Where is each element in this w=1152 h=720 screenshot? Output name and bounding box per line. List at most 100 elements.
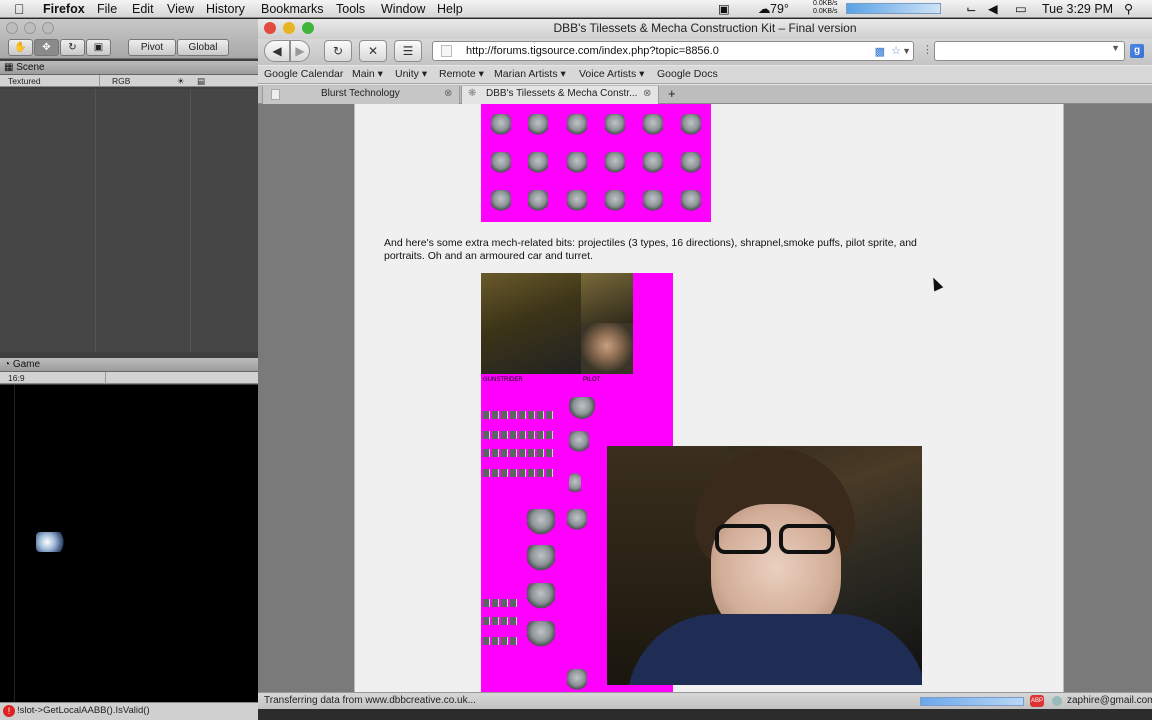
reload-button[interactable]: ↻	[324, 40, 352, 62]
mech-sprite	[527, 621, 555, 647]
bookmark-folder-marian-artists-label: Marian Artists	[494, 68, 558, 80]
adblock-icon[interactable]: ABP	[1030, 695, 1044, 707]
mech-sprite-sheet-image	[481, 104, 711, 222]
render-mode-dropdown[interactable]: Textured	[8, 75, 100, 87]
url-text: http://forums.tigsource.com/index.php?to…	[466, 45, 719, 57]
game-view-toolbar: 16:9	[0, 372, 258, 384]
webcam-glasses-left	[715, 524, 771, 554]
rss-feed-icon[interactable]: ▩	[875, 43, 885, 61]
spotlight-search-icon[interactable]: ⚲	[1124, 1, 1133, 17]
bookmark-folder-voice-artists-label: Voice Artists	[579, 68, 637, 80]
apple-menu-icon[interactable]: 	[14, 1, 25, 17]
toolbar-resize-handle[interactable]: ⋮	[922, 43, 933, 56]
url-history-dropdown-icon[interactable]: ▼	[902, 42, 911, 60]
tab-close-icon[interactable]: ⊗	[444, 86, 452, 102]
rotate-tool-icon[interactable]: ↻	[60, 39, 85, 56]
mech-sprite	[569, 431, 589, 453]
bookmark-star-icon[interactable]: ☆	[891, 42, 901, 60]
net-up: 0.0KB/s	[813, 0, 838, 7]
bookmark-folder-main[interactable]: Main ▾	[352, 66, 383, 83]
mech-sprite	[491, 190, 511, 212]
battery-icon[interactable]: ▭	[1015, 1, 1027, 17]
scene-grid-line	[95, 89, 96, 352]
menu-bookmarks[interactable]: Bookmarks	[261, 1, 324, 17]
wifi-icon[interactable]: ⌙	[966, 1, 976, 17]
tab-close-icon[interactable]: ⊗	[643, 86, 651, 102]
scene-view-toolbar: Textured RGB ☀ ▤	[0, 75, 258, 87]
user-status-icon	[1052, 696, 1062, 706]
unity-minimize-button[interactable]	[24, 22, 36, 34]
weather-icon[interactable]: ☁	[758, 1, 771, 17]
menu-window[interactable]: Window	[381, 1, 425, 17]
unity-editor: ✋ ✥ ↻ ▣ Pivot Global ▦ Scene Textured RG…	[0, 19, 258, 720]
bookmark-folder-remote[interactable]: Remote ▾	[439, 66, 484, 83]
menu-file[interactable]: File	[97, 1, 117, 17]
url-bar[interactable]: http://forums.tigsource.com/index.php?to…	[432, 41, 914, 61]
stop-button[interactable]: ✕	[359, 40, 387, 62]
image-effects-toggle-icon[interactable]: ▤	[197, 75, 205, 87]
minimize-window-button[interactable]	[283, 22, 295, 34]
menu-view[interactable]: View	[167, 1, 194, 17]
bookmark-google-calendar[interactable]: Google Calendar	[264, 66, 343, 83]
menu-help[interactable]: Help	[437, 1, 463, 17]
mech-sprite	[569, 397, 595, 419]
game-viewport[interactable]	[0, 385, 258, 702]
home-button[interactable]: ☰	[394, 40, 422, 62]
bookmark-folder-voice-artists[interactable]: Voice Artists ▾	[579, 66, 644, 83]
tab-blurst-technology[interactable]: Blurst Technology ⊗	[262, 86, 460, 104]
mech-sprite	[527, 509, 555, 535]
mech-sprite	[567, 114, 587, 136]
menu-history[interactable]: History	[206, 1, 245, 17]
bookmarks-toolbar: Google Calendar Main ▾ Unity ▾ Remote ▾ …	[258, 66, 1152, 84]
mech-sprite	[528, 152, 548, 174]
clock[interactable]: Tue 3:29 PM	[1042, 1, 1113, 17]
status-text: Transferring data from www.dbbcreative.c…	[264, 695, 476, 706]
bookmark-folder-marian-artists[interactable]: Marian Artists ▾	[494, 66, 566, 83]
close-window-button[interactable]	[264, 22, 276, 34]
game-tab-header[interactable]: ◔ Game	[0, 358, 258, 372]
console-status-bar[interactable]: ! !slot->GetLocalAABB().IsValid()	[0, 702, 258, 720]
move-tool-icon[interactable]: ✥	[34, 39, 59, 56]
scene-viewport[interactable]	[0, 89, 258, 352]
menu-edit[interactable]: Edit	[132, 1, 154, 17]
menu-app-name[interactable]: Firefox	[43, 1, 85, 17]
portrait-label-gunstrider: GUNSTRIDER	[483, 377, 523, 383]
pivot-toggle[interactable]: Pivot	[128, 39, 176, 56]
menu-tools[interactable]: Tools	[336, 1, 365, 17]
back-button[interactable]: ◀	[264, 40, 290, 62]
global-toggle[interactable]: Global	[177, 39, 229, 56]
search-engine-dropdown-icon[interactable]: ▼	[1111, 43, 1120, 53]
console-error-text: !slot->GetLocalAABB().IsValid()	[17, 705, 150, 716]
error-icon: !	[3, 705, 15, 717]
mech-sprite	[528, 190, 548, 212]
bookmark-google-docs[interactable]: Google Docs	[657, 66, 718, 83]
aspect-label: 16:9	[8, 373, 25, 383]
new-tab-button[interactable]: +	[668, 85, 676, 102]
temperature-readout[interactable]: 79°	[770, 1, 789, 17]
tab-dbb-tilesets[interactable]: ❋ DBB's Tilessets & Mecha Constr... ⊗	[461, 86, 659, 104]
hand-tool-icon[interactable]: ✋	[8, 39, 33, 56]
screen-recorder-icon[interactable]: ▣	[718, 1, 730, 17]
webcam-glasses-right	[779, 524, 835, 554]
projectile-sprite-row	[483, 469, 555, 477]
mech-sprite	[567, 509, 587, 531]
search-box[interactable]: ▼	[934, 41, 1125, 61]
render-mode-label: Textured	[8, 76, 41, 86]
scale-tool-icon[interactable]: ▣	[86, 39, 111, 56]
mech-sprite	[681, 152, 701, 174]
unity-close-button[interactable]	[6, 22, 18, 34]
lighting-toggle-icon[interactable]: ☀	[177, 75, 185, 87]
volume-icon[interactable]: ◀	[988, 1, 998, 17]
zoom-window-button[interactable]	[302, 22, 314, 34]
google-toolbar-icon[interactable]: g	[1130, 44, 1144, 58]
mech-sprite	[605, 152, 625, 174]
unity-zoom-button[interactable]	[42, 22, 54, 34]
scene-tab-header[interactable]: ▦ Scene	[0, 61, 258, 75]
channel-dropdown[interactable]: RGB	[112, 75, 170, 87]
bookmark-folder-remote-label: Remote	[439, 68, 476, 80]
forward-button[interactable]: ▶	[290, 40, 310, 62]
player-ship-sprite	[36, 532, 68, 552]
page-viewport[interactable]: And here's some extra mech-related bits:…	[258, 104, 1152, 692]
aspect-dropdown[interactable]: 16:9	[8, 372, 106, 384]
bookmark-folder-unity[interactable]: Unity ▾	[395, 66, 427, 83]
